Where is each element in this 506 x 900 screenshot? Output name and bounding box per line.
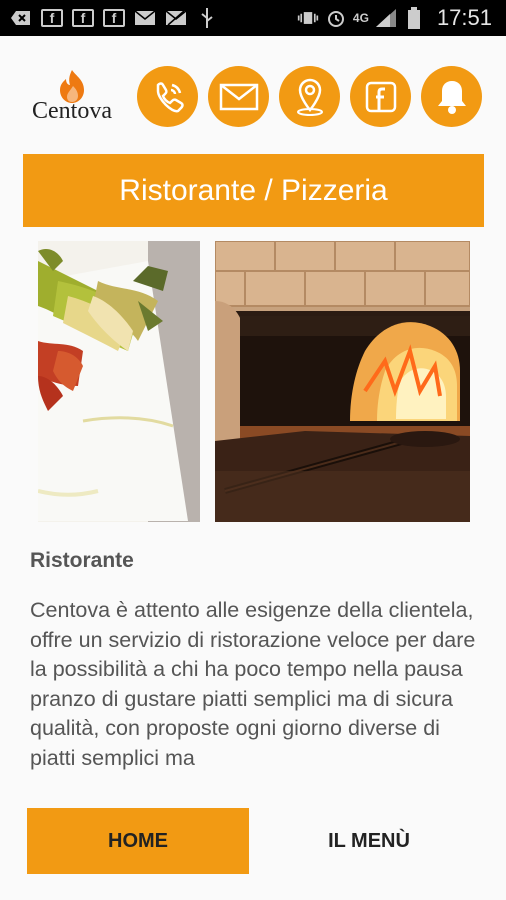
logo-text: Centova xyxy=(32,98,112,124)
page-title: Ristorante / Pizzeria xyxy=(119,173,388,207)
facebook-button[interactable] xyxy=(350,66,411,127)
facebook-icon xyxy=(365,81,396,112)
status-bar: f f f 4G 17:51 xyxy=(0,0,506,36)
alarm-icon xyxy=(325,9,347,27)
network-type: 4G xyxy=(352,11,369,25)
food-photo xyxy=(38,241,200,522)
mail-icon xyxy=(134,9,156,27)
mail-icon xyxy=(219,83,258,110)
pizza-oven-photo xyxy=(215,241,470,522)
clock: 17:51 xyxy=(436,5,492,30)
location-icon xyxy=(296,78,323,116)
usb-icon xyxy=(196,8,218,28)
description-text: Centova è attento alle esigenze della cl… xyxy=(30,598,476,770)
section-title: Ristorante xyxy=(30,549,134,572)
email-button[interactable] xyxy=(208,66,269,127)
logo[interactable]: Centova xyxy=(30,68,126,132)
menu-button[interactable]: IL MENÙ xyxy=(258,808,480,874)
battery-icon xyxy=(403,7,425,29)
bottom-nav: HOME IL MENÙ xyxy=(0,806,506,900)
app-header: Centova xyxy=(0,36,506,152)
action-buttons xyxy=(137,66,482,127)
vibrate-icon xyxy=(297,9,319,27)
notifications-button[interactable] xyxy=(421,66,482,127)
location-button[interactable] xyxy=(279,66,340,127)
facebook-icon: f xyxy=(103,9,125,27)
back-arrow-icon xyxy=(10,9,32,27)
home-button[interactable]: HOME xyxy=(27,808,249,874)
signal-icon xyxy=(375,9,397,27)
phone-icon xyxy=(156,81,184,112)
facebook-icon: f xyxy=(72,9,94,27)
facebook-icon: f xyxy=(41,9,63,27)
bell-icon xyxy=(437,80,466,114)
mail-muted-icon xyxy=(165,9,187,27)
page-title-banner: Ristorante / Pizzeria xyxy=(23,154,484,227)
phone-button[interactable] xyxy=(137,66,198,127)
